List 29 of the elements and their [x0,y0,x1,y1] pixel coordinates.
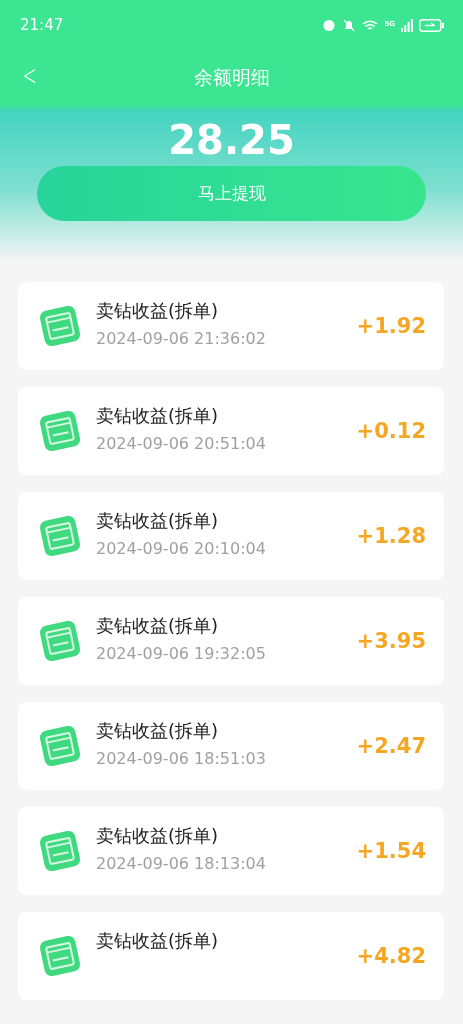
record-title: 卖钻收益(拆单) [96,299,220,323]
back-button[interactable]: < [22,62,37,90]
record-amount: +1.28 [356,524,426,548]
wifi-icon [362,18,379,32]
balance-amount: 28.25 [167,117,296,163]
bell-muted-icon [342,18,357,32]
record-amount: +0.12 [356,419,426,443]
record-amount: +1.92 [356,314,426,338]
status-time: 21:47 [20,16,64,34]
record-time: 2024-09-06 21:36:02 [96,329,267,348]
record-title: 卖钻收益(拆单) [96,719,220,743]
record-title: 卖钻收益(拆单) [96,929,220,953]
record-time: 2024-09-06 20:51:04 [96,434,267,453]
withdraw-button[interactable]: 马上提现 [37,166,426,221]
record-title: 卖钻收益(拆单) [96,824,220,848]
record-amount: +4.82 [356,944,426,968]
record-time: 2024-09-06 20:10:04 [96,539,267,558]
record-amount: +3.95 [356,629,426,653]
record-title: 卖钻收益(拆单) [96,509,220,533]
record-amount: +2.47 [356,734,426,758]
page-title: 余额明细 [193,64,270,90]
record-time: 2024-09-06 18:51:03 [96,749,267,768]
record-title: 卖钻收益(拆单) [96,614,220,638]
record-time: 2024-09-06 19:32:05 [96,644,267,663]
battery-icon [419,18,445,32]
record-time: 2024-09-06 18:13:04 [96,854,267,873]
signal-icon [401,18,413,32]
record-amount: +1.54 [356,839,426,863]
record-title: 卖钻收益(拆单) [96,404,220,428]
